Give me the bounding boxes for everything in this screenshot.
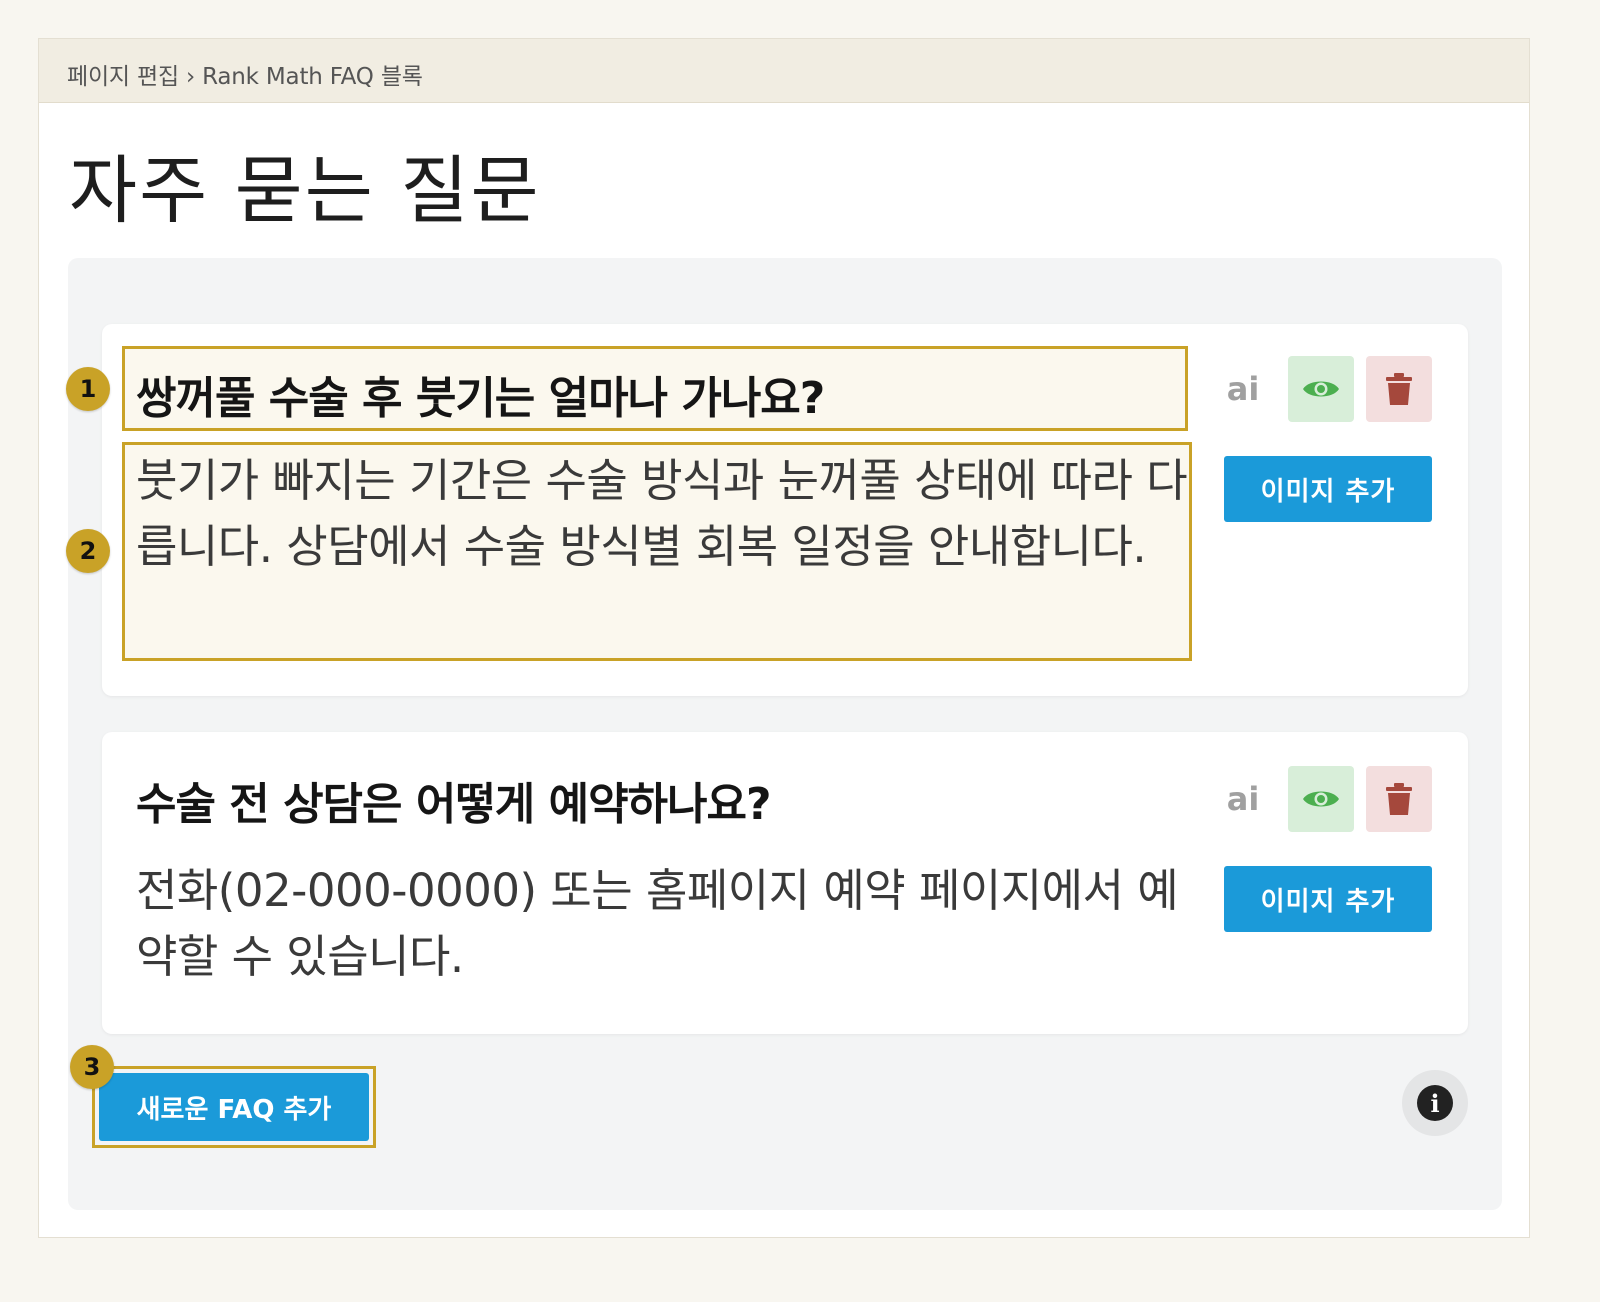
breadcrumb: 페이지 편집 › Rank Math FAQ 블록 <box>67 64 423 90</box>
faq-question-input[interactable]: 수술 전 상담은 어떻게 예약하나요? <box>136 768 772 832</box>
add-faq-button[interactable]: 새로운 FAQ 추가 <box>99 1073 369 1141</box>
trash-icon <box>1386 783 1412 815</box>
faq-question-input[interactable]: 쌍꺼풀 수술 후 붓기는 얼마나 가나요? <box>136 362 825 426</box>
add-image-button[interactable]: 이미지 추가 <box>1224 456 1432 522</box>
trash-icon <box>1386 373 1412 405</box>
delete-button[interactable] <box>1366 766 1432 832</box>
faq-item: 수술 전 상담은 어떻게 예약하나요? 전화(02-000-0000) 또는 홈… <box>102 732 1468 1034</box>
breadcrumb-bar: 페이지 편집 › Rank Math FAQ 블록 <box>39 39 1529 103</box>
faq-answer-input[interactable]: 붓기가 빠지는 기간은 수술 방식과 눈꺼풀 상태에 따라 다릅니다. 상담에서… <box>136 448 1196 580</box>
step-badge: 2 <box>66 529 110 573</box>
faq-answer-input[interactable]: 전화(02-000-0000) 또는 홈페이지 예약 페이지에서 예약할 수 있… <box>136 858 1196 990</box>
faq-item: 쌍꺼풀 수술 후 붓기는 얼마나 가나요? 붓기가 빠지는 기간은 수술 방식과… <box>102 324 1468 696</box>
ai-icon[interactable]: ai <box>1220 366 1266 412</box>
step-badge: 1 <box>66 367 110 411</box>
delete-button[interactable] <box>1366 356 1432 422</box>
eye-icon <box>1303 791 1339 807</box>
info-icon: i <box>1417 1085 1453 1121</box>
info-button[interactable]: i <box>1402 1070 1468 1136</box>
page-title: 자주 묻는 질문 <box>69 148 541 234</box>
visibility-button[interactable] <box>1288 356 1354 422</box>
faq-block: 쌍꺼풀 수술 후 붓기는 얼마나 가나요? 붓기가 빠지는 기간은 수술 방식과… <box>68 258 1502 1210</box>
editor-frame: 페이지 편집 › Rank Math FAQ 블록 자주 묻는 질문 쌍꺼풀 수… <box>38 38 1530 1238</box>
eye-icon <box>1303 381 1339 397</box>
visibility-button[interactable] <box>1288 766 1354 832</box>
step-badge: 3 <box>70 1045 114 1089</box>
add-faq-highlight: 새로운 FAQ 추가 <box>92 1066 376 1148</box>
ai-icon[interactable]: ai <box>1220 776 1266 822</box>
add-image-button[interactable]: 이미지 추가 <box>1224 866 1432 932</box>
